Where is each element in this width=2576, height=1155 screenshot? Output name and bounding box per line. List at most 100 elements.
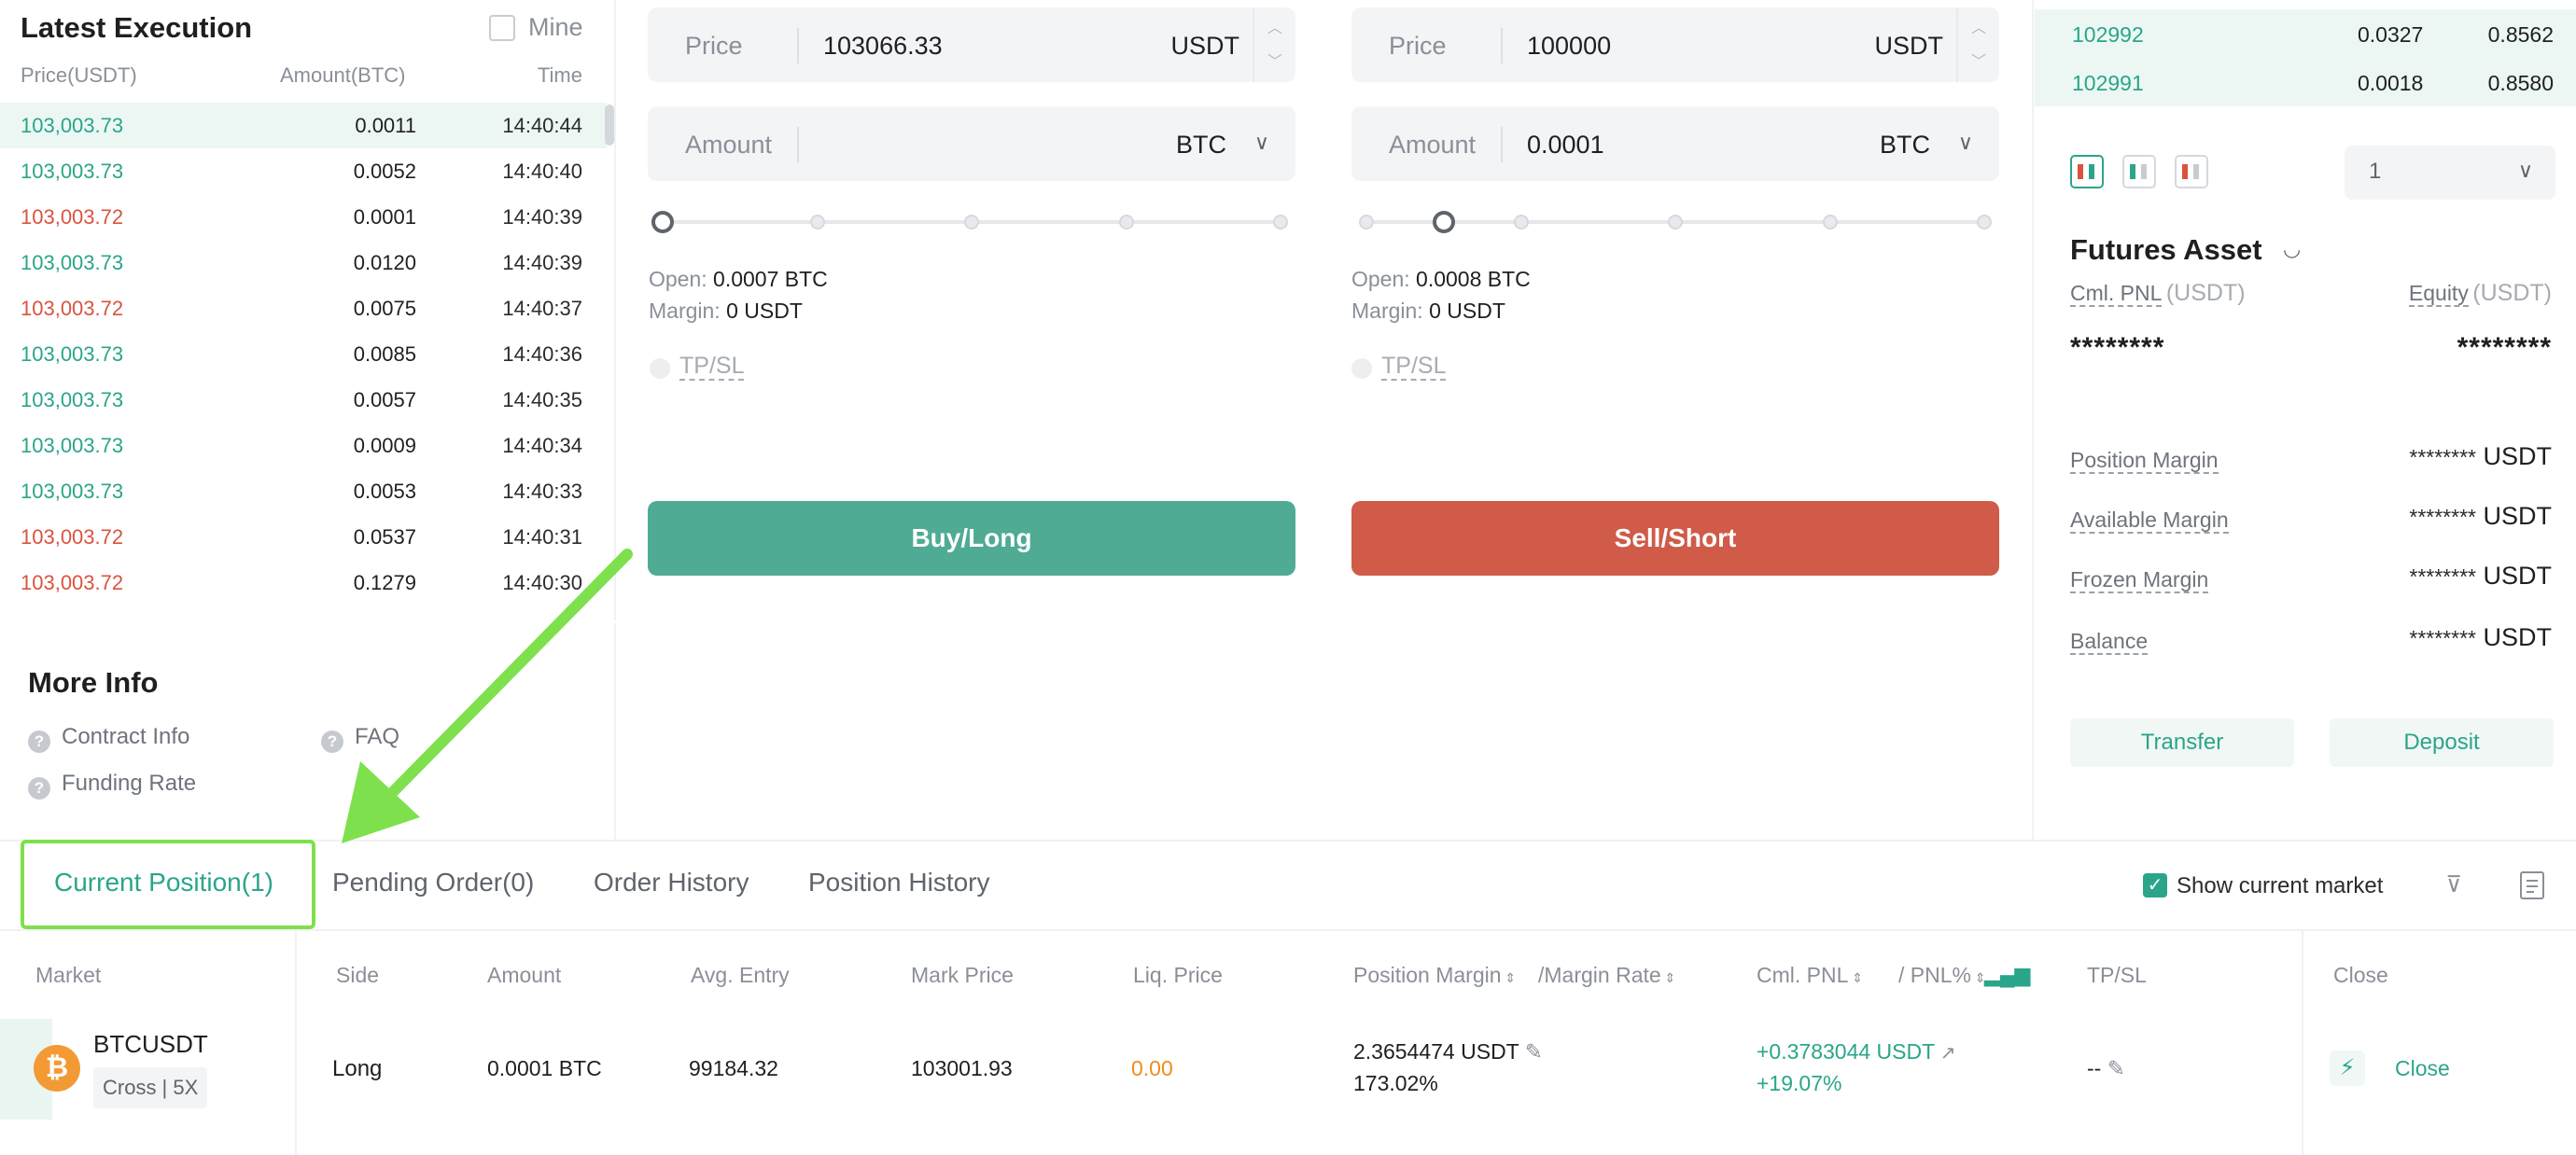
execution-row: 103,003.73 0.0057 14:40:35 bbox=[0, 377, 607, 423]
deposit-button[interactable]: Deposit bbox=[2330, 718, 2554, 767]
balance-value: ******** USDT bbox=[2409, 623, 2552, 651]
transfer-button[interactable]: Transfer bbox=[2070, 718, 2294, 767]
execution-scrollbar[interactable] bbox=[605, 104, 614, 146]
slider-step[interactable] bbox=[964, 215, 979, 230]
sell-margin-value: 0 USDT bbox=[1429, 299, 1505, 323]
orderbook-buy-layout-icon[interactable] bbox=[2122, 155, 2156, 188]
execution-price: 103,003.72 bbox=[21, 205, 124, 229]
position-market[interactable]: BTCUSDT bbox=[93, 1030, 208, 1059]
buy-tpsl-radio[interactable] bbox=[650, 358, 670, 379]
edit-icon[interactable]: ✎ bbox=[2107, 1056, 2125, 1080]
sell-tpsl-label[interactable]: TP/SL bbox=[1381, 353, 1447, 381]
tab-current-position[interactable]: Current Position(1) bbox=[54, 868, 273, 898]
slider-step[interactable] bbox=[1273, 215, 1288, 230]
header-amount: Amount bbox=[487, 963, 562, 987]
chevron-up-icon[interactable]: ︿ bbox=[1267, 15, 1282, 37]
buy-price-field[interactable]: Price 103066.33 USDT ︿ ﹀ bbox=[648, 7, 1295, 82]
edit-icon[interactable]: ✎ bbox=[1525, 1039, 1543, 1064]
slider-step[interactable] bbox=[1118, 215, 1134, 230]
sell-open-label: Open: bbox=[1351, 267, 1410, 291]
execution-time: 14:40:39 bbox=[502, 205, 582, 229]
execution-time: 14:40:34 bbox=[502, 434, 582, 457]
orderbook-price: 102992 bbox=[2072, 22, 2144, 47]
buy-price-input[interactable]: 103066.33 bbox=[823, 32, 943, 61]
sell-amount-label: Amount bbox=[1389, 131, 1477, 159]
tab-pending-order[interactable]: Pending Order(0) bbox=[332, 868, 534, 898]
chevron-down-icon[interactable]: ﹀ bbox=[1971, 49, 1986, 71]
chevron-up-icon[interactable]: ︿ bbox=[1971, 15, 1986, 37]
sell-price-unit: USDT bbox=[1874, 32, 1944, 60]
position-amount: 0.0001 BTC bbox=[487, 1056, 602, 1080]
mine-label[interactable]: Mine bbox=[528, 13, 583, 42]
orderbook-row[interactable]: 102992 0.0327 0.8562 bbox=[2035, 9, 2576, 58]
bar-chart-icon[interactable]: ▂▄▆ bbox=[1984, 963, 2030, 987]
chevron-down-icon[interactable]: ∨ bbox=[1254, 131, 1269, 155]
sell-amount-input[interactable]: 0.0001 bbox=[1527, 131, 1604, 160]
document-icon[interactable] bbox=[2520, 871, 2544, 899]
orderbook-row[interactable]: 102991 0.0018 0.8580 bbox=[2035, 58, 2576, 106]
slider-handle[interactable] bbox=[651, 211, 674, 233]
sell-open-info: Open: 0.0008 BTC bbox=[1351, 267, 1531, 292]
sell-short-button[interactable]: Sell/Short bbox=[1351, 501, 1999, 576]
slider-step[interactable] bbox=[1513, 215, 1529, 230]
sell-margin-info: Margin: 0 USDT bbox=[1351, 299, 1505, 324]
share-icon[interactable]: ↗ bbox=[1935, 1043, 1956, 1064]
mine-checkbox[interactable] bbox=[489, 15, 515, 41]
buy-amount-field[interactable]: Amount BTC ∨ bbox=[648, 106, 1295, 181]
sell-amount-unit-select[interactable]: BTC bbox=[1880, 131, 1930, 160]
header-margin-rate[interactable]: /Margin Rate ⇕ bbox=[1538, 963, 1675, 988]
execution-row: 103,003.73 0.0053 14:40:33 bbox=[0, 468, 607, 514]
tab-order-history[interactable]: Order History bbox=[594, 868, 749, 898]
close-position-button[interactable]: Close bbox=[2395, 1056, 2450, 1081]
execution-amount: 0.0075 bbox=[353, 297, 416, 320]
header-position-margin[interactable]: Position Margin ⇕ bbox=[1353, 963, 1516, 988]
header-close: Close bbox=[2333, 963, 2388, 987]
latest-execution-title: Latest Execution bbox=[21, 11, 253, 44]
chevron-down-icon[interactable]: ﹀ bbox=[1267, 49, 1282, 71]
slider-handle[interactable] bbox=[1432, 211, 1455, 233]
header-cml-pnl[interactable]: Cml. PNL ⇕ bbox=[1757, 963, 1863, 988]
show-current-market-checkbox[interactable]: ✓ bbox=[2143, 873, 2167, 898]
slider-step[interactable] bbox=[1977, 215, 1992, 230]
orderbook-total: 0.8562 bbox=[2487, 22, 2554, 47]
execution-price: 103,003.73 bbox=[21, 388, 124, 411]
position-avg-entry: 99184.32 bbox=[689, 1056, 778, 1080]
buy-margin-value: 0 USDT bbox=[726, 299, 803, 323]
contract-info-link[interactable]: ? Contract Info bbox=[28, 724, 189, 753]
slider-step[interactable] bbox=[1359, 215, 1374, 230]
chevron-down-icon[interactable]: ∨ bbox=[1958, 131, 1973, 155]
filter-icon[interactable]: ⊽ bbox=[2440, 871, 2468, 899]
funding-rate-link[interactable]: ? Funding Rate bbox=[28, 771, 196, 800]
header-pnl-pct[interactable]: / PNL% ⇕ bbox=[1898, 963, 1986, 988]
sell-price-field[interactable]: Price 100000 USDT ︿ ﹀ bbox=[1351, 7, 1999, 82]
orderbook-sell-layout-icon[interactable] bbox=[2175, 155, 2208, 188]
tab-position-history[interactable]: Position History bbox=[808, 868, 990, 898]
buy-price-stepper[interactable]: ︿ ﹀ bbox=[1253, 7, 1295, 82]
balance-label: Balance bbox=[2070, 629, 2149, 655]
orderbook-both-layout-icon[interactable] bbox=[2070, 155, 2104, 188]
buy-tpsl-label[interactable]: TP/SL bbox=[679, 353, 745, 381]
execution-time: 14:40:31 bbox=[502, 525, 582, 549]
sell-price-input[interactable]: 100000 bbox=[1527, 32, 1611, 61]
faq-link[interactable]: ? FAQ bbox=[321, 724, 399, 753]
sell-amount-field[interactable]: Amount 0.0001 BTC ∨ bbox=[1351, 106, 1999, 181]
position-tpsl[interactable]: -- ✎ bbox=[2087, 1056, 2125, 1081]
bitcoin-icon: ₿ bbox=[34, 1045, 80, 1092]
lightning-icon[interactable]: ⚡ bbox=[2330, 1051, 2365, 1086]
slider-step[interactable] bbox=[1668, 215, 1683, 230]
buy-amount-label: Amount bbox=[685, 131, 773, 159]
buy-long-button[interactable]: Buy/Long bbox=[648, 501, 1295, 576]
execution-row: 103,003.73 0.0011 14:40:44 bbox=[0, 103, 607, 148]
hide-balance-icon[interactable]: ◡ bbox=[2283, 237, 2301, 261]
buy-amount-unit-select[interactable]: BTC bbox=[1176, 131, 1226, 160]
slider-step[interactable] bbox=[809, 215, 825, 230]
sell-price-stepper[interactable]: ︿ ﹀ bbox=[1956, 7, 1999, 82]
sell-tpsl-radio[interactable] bbox=[1351, 358, 1372, 379]
buy-price-unit: USDT bbox=[1170, 32, 1240, 60]
show-current-market-label[interactable]: Show current market bbox=[2177, 873, 2383, 899]
column-header-amount: Amount(BTC) bbox=[280, 63, 406, 87]
slider-step[interactable] bbox=[1822, 215, 1838, 230]
buy-open-value: 0.0007 BTC bbox=[713, 267, 828, 291]
frozen-margin-value: ******** USDT bbox=[2409, 562, 2552, 590]
depth-select[interactable]: 1 ∨ bbox=[2345, 146, 2555, 200]
